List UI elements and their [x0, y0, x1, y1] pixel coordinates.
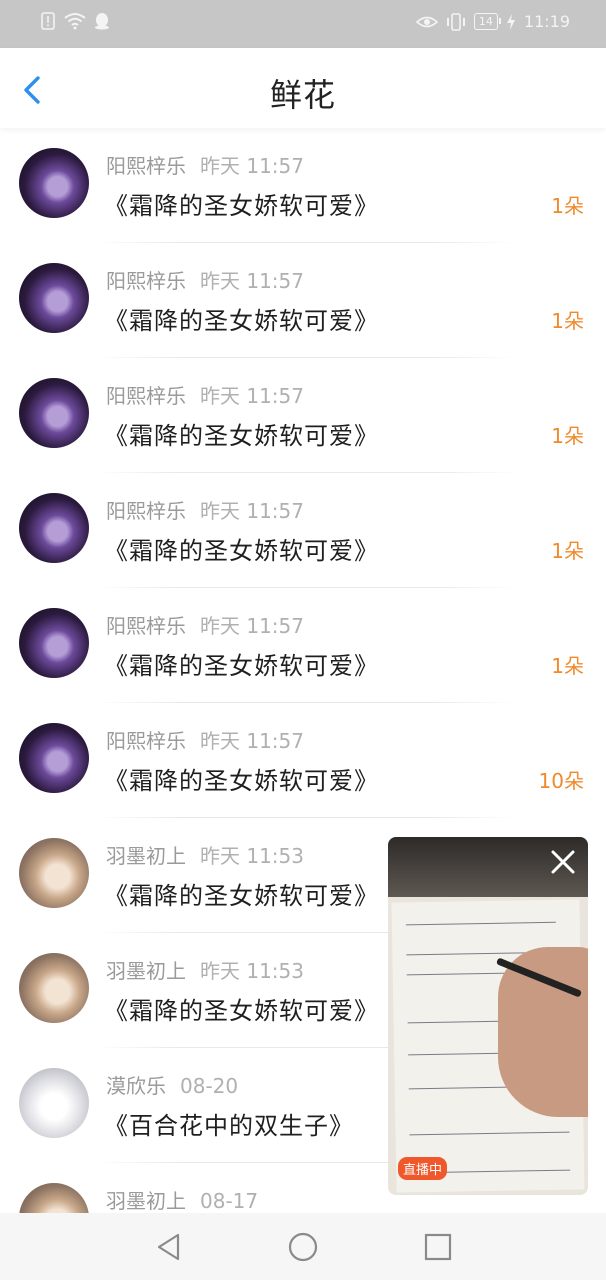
avatar[interactable] [19, 263, 89, 333]
timestamp: 08-20 [180, 1074, 239, 1098]
list-item[interactable]: 阳熙梓乐 昨天 11:57 《霜降的圣女娇软可爱》 1朵 [0, 473, 606, 588]
book-title: 《霜降的圣女娇软可爱》 [104, 652, 379, 680]
book-title: 《百合花中的双生子》 [104, 1112, 354, 1140]
close-icon [551, 850, 575, 874]
clock: 11:19 [523, 12, 570, 31]
sender-name: 阳熙梓乐 [106, 729, 186, 753]
timestamp: 昨天 11:57 [200, 154, 304, 178]
timestamp: 08-17 [200, 1189, 259, 1213]
book-title: 《霜降的圣女娇软可爱》 [104, 767, 379, 795]
list-item[interactable]: 阳熙梓乐 昨天 11:57 《霜降的圣女娇软可爱》 1朵 [0, 128, 606, 243]
flower-count: 1朵 [551, 194, 584, 218]
book-title: 《霜降的圣女娇软可爱》 [104, 997, 379, 1025]
avatar[interactable] [19, 1068, 89, 1138]
avatar[interactable] [19, 493, 89, 563]
live-video-window[interactable]: 直播中 [388, 837, 588, 1195]
book-title: 《霜降的圣女娇软可爱》 [104, 422, 379, 450]
sender-name: 阳熙梓乐 [106, 614, 186, 638]
charging-icon [506, 13, 515, 30]
app-header: 鲜花 [0, 48, 606, 128]
live-badge: 直播中 [398, 1157, 448, 1180]
avatar[interactable] [19, 378, 89, 448]
sender-name: 阳熙梓乐 [106, 499, 186, 523]
vibrate-icon [446, 12, 465, 31]
flower-count: 1朵 [551, 654, 584, 678]
system-nav-bar [0, 1213, 606, 1280]
book-title: 《霜降的圣女娇软可爱》 [104, 882, 379, 910]
list-item[interactable]: 阳熙梓乐 昨天 11:57 《霜降的圣女娇软可爱》 10朵 [0, 703, 606, 818]
timestamp: 昨天 11:57 [200, 384, 304, 408]
list-item[interactable]: 阳熙梓乐 昨天 11:57 《霜降的圣女娇软可爱》 1朵 [0, 243, 606, 358]
timestamp: 昨天 11:53 [200, 959, 304, 983]
square-recents-icon [424, 1233, 452, 1261]
sender-name: 羽墨初上 [106, 844, 186, 868]
sender-name: 阳熙梓乐 [106, 384, 186, 408]
timestamp: 昨天 11:57 [200, 499, 304, 523]
wifi-icon [64, 13, 86, 30]
status-bar: 14 11:19 [0, 0, 606, 48]
nav-recents-button[interactable] [422, 1231, 454, 1263]
flower-count: 1朵 [551, 424, 584, 448]
battery-indicator: 14 [473, 13, 501, 30]
avatar[interactable] [19, 838, 89, 908]
sender-name: 羽墨初上 [106, 959, 186, 983]
sender-name: 阳熙梓乐 [106, 269, 186, 293]
nav-back-button[interactable] [153, 1231, 185, 1263]
eye-comfort-icon [415, 16, 438, 27]
sender-name: 羽墨初上 [106, 1189, 186, 1213]
sender-name: 漠欣乐 [106, 1074, 166, 1098]
close-button[interactable] [546, 845, 580, 879]
qq-penguin-icon [95, 13, 109, 30]
avatar[interactable] [19, 723, 89, 793]
timestamp: 昨天 11:53 [200, 844, 304, 868]
circle-home-icon [288, 1232, 318, 1262]
timestamp: 昨天 11:57 [200, 729, 304, 753]
flower-count: 1朵 [551, 539, 584, 563]
timestamp: 昨天 11:57 [200, 614, 304, 638]
nav-home-button[interactable] [287, 1231, 319, 1263]
book-title: 《霜降的圣女娇软可爱》 [104, 307, 379, 335]
avatar[interactable] [19, 608, 89, 678]
sender-name: 阳熙梓乐 [106, 154, 186, 178]
book-title: 《霜降的圣女娇软可爱》 [104, 537, 379, 565]
triangle-back-icon [157, 1233, 180, 1261]
flower-count: 10朵 [538, 769, 584, 793]
avatar[interactable] [19, 953, 89, 1023]
avatar[interactable] [19, 148, 89, 218]
timestamp: 昨天 11:57 [200, 269, 304, 293]
flower-count: 1朵 [551, 309, 584, 333]
list-item[interactable]: 阳熙梓乐 昨天 11:57 《霜降的圣女娇软可爱》 1朵 [0, 358, 606, 473]
sim-alert-icon [41, 12, 55, 30]
video-hand [498, 947, 588, 1117]
page-title: 鲜花 [269, 76, 336, 114]
book-title: 《霜降的圣女娇软可爱》 [104, 192, 379, 220]
list-item[interactable]: 阳熙梓乐 昨天 11:57 《霜降的圣女娇软可爱》 1朵 [0, 588, 606, 703]
